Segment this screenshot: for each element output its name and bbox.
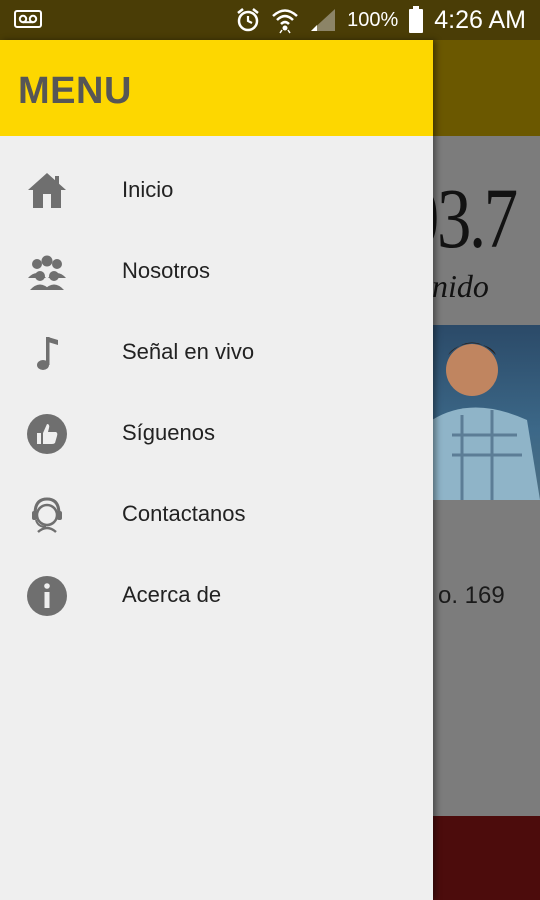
music-note-icon	[37, 337, 58, 370]
thumbs-up-icon	[27, 414, 67, 454]
wifi-icon	[272, 9, 298, 34]
menu-label-contactanos: Contactanos	[122, 501, 246, 526]
clock: 4:26 AM	[434, 5, 526, 34]
battery-percent: 100%	[347, 8, 399, 31]
menu-label-inicio: Inicio	[122, 177, 174, 202]
info-icon	[27, 576, 67, 616]
drawer-menu: Inicio Nosotros Señal en vivo Síguenos C…	[0, 150, 433, 636]
menu-item-acerca-de[interactable]: Acerca de	[0, 555, 433, 636]
menu-item-siguenos[interactable]: Síguenos	[0, 393, 433, 474]
group-icon	[28, 255, 66, 290]
headset-icon	[32, 497, 62, 533]
signal-icon	[311, 9, 336, 31]
station-tagline: nido	[432, 268, 489, 304]
menu-item-inicio[interactable]: Inicio	[0, 150, 433, 231]
status-bar: 100% 4:26 AM	[0, 0, 540, 40]
menu-item-contactanos[interactable]: Contactanos	[0, 474, 433, 555]
navigation-drawer: MENU Inicio Nosotros Señal en vivo Sígue…	[0, 40, 433, 900]
host-photo	[432, 325, 540, 500]
home-icon	[28, 173, 66, 208]
menu-item-senal-en-vivo[interactable]: Señal en vivo	[0, 312, 433, 393]
battery-icon	[409, 6, 424, 33]
menu-label-nosotros: Nosotros	[122, 258, 211, 283]
station-address: o. 169	[438, 582, 505, 609]
menu-label-acerca-de: Acerca de	[122, 582, 222, 607]
menu-item-nosotros[interactable]: Nosotros	[0, 231, 433, 312]
voicemail-icon	[14, 10, 42, 28]
drawer-title: MENU	[18, 70, 132, 112]
menu-label-siguenos: Síguenos	[122, 420, 215, 445]
alarm-icon	[237, 8, 259, 32]
status-right: 100% 4:26 AM	[235, 0, 526, 40]
drawer-header: MENU	[0, 40, 433, 136]
menu-label-senal-en-vivo: Señal en vivo	[122, 339, 255, 364]
